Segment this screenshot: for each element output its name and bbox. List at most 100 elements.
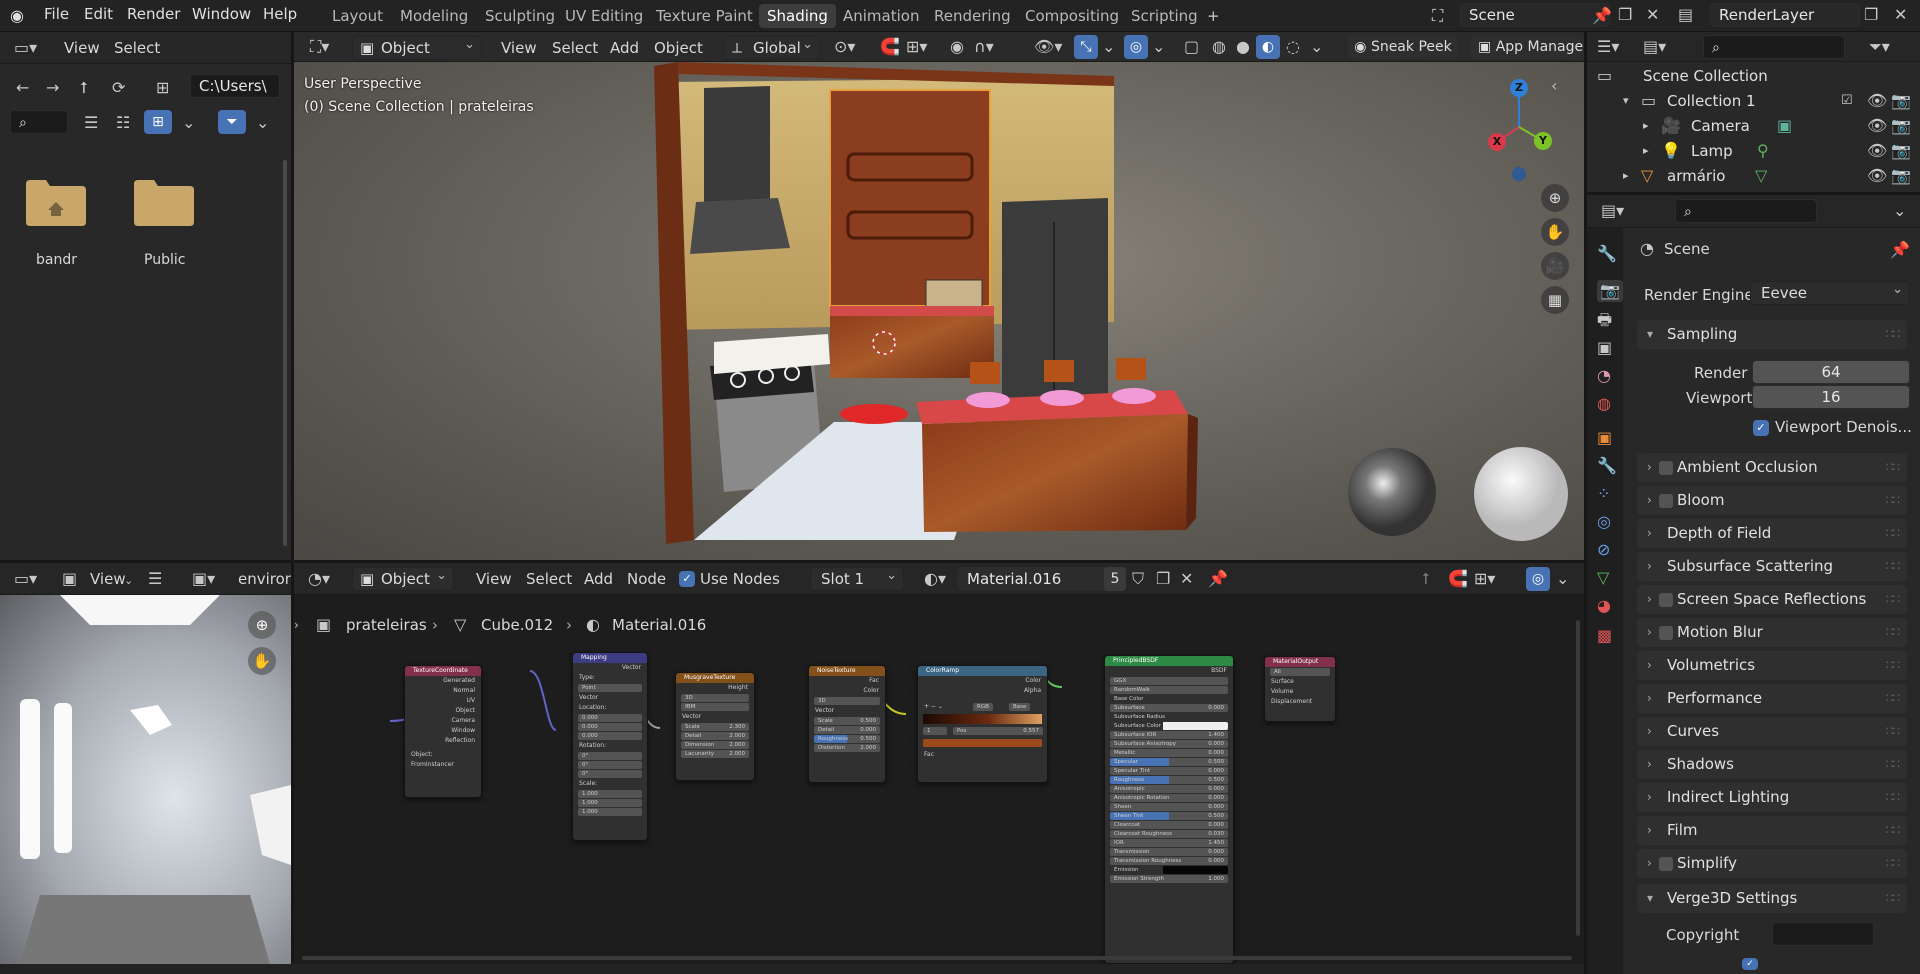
world-tab-icon[interactable]: ◍ xyxy=(1597,396,1611,412)
zoom-icon[interactable]: ⊕ xyxy=(1541,184,1569,212)
pin-icon[interactable]: 📌 xyxy=(1890,242,1910,258)
tab-uv-editing[interactable]: UV Editing xyxy=(557,4,651,28)
filter-icon[interactable]: ⏷ xyxy=(218,110,246,134)
modifier-tab-icon[interactable]: 🔧 xyxy=(1597,458,1617,474)
drag-handle-icon[interactable]: ∷∷ xyxy=(1886,486,1900,515)
parent-node-tree-icon[interactable]: ⭡ xyxy=(1422,571,1430,587)
refresh-icon[interactable]: ⟳ xyxy=(112,80,125,96)
bsdf-input-field[interactable]: Emission Strength 1.000 xyxy=(1110,875,1228,883)
dimensions-dropdown[interactable]: 3D xyxy=(681,694,749,702)
visibility-eye-icon[interactable]: 👁 xyxy=(1867,143,1887,159)
drag-handle-icon[interactable]: ∷∷ xyxy=(1886,717,1900,746)
render-camera-icon[interactable]: 📷 xyxy=(1891,168,1911,184)
material-preview-icon[interactable]: ◐ xyxy=(1256,35,1280,59)
pin-icon[interactable]: 📌 xyxy=(1208,571,1228,587)
editor-type-icon[interactable]: ▭▾ xyxy=(14,571,37,587)
app-manager-button[interactable]: ▣ App Manage xyxy=(1470,35,1584,59)
bsdf-input-field[interactable]: Anisotropic Rotation 0.000 xyxy=(1110,794,1228,802)
panel-item[interactable]: › Shadows ∷∷ xyxy=(1637,750,1907,779)
properties-search-input[interactable]: ⌕ xyxy=(1675,199,1817,223)
drag-handle-icon[interactable]: ∷∷ xyxy=(1886,816,1900,845)
forward-arrow-icon[interactable]: → xyxy=(46,80,59,96)
drag-handle-icon[interactable]: ∷∷ xyxy=(1886,453,1900,482)
viewport-menu-add[interactable]: Add xyxy=(610,39,639,57)
overlay-toggle-icon[interactable]: ◎ xyxy=(1124,35,1148,59)
sneak-peek-button[interactable]: ◉ Sneak Peek xyxy=(1348,35,1458,59)
area-divider[interactable] xyxy=(1584,32,1587,974)
material-tab-icon[interactable]: ◕ xyxy=(1597,598,1611,614)
scale-z-field[interactable]: 1.000 xyxy=(578,808,642,816)
unlink-material-icon[interactable]: ✕ xyxy=(1180,571,1193,587)
panel-item[interactable]: › Screen Space Reflections ∷∷ xyxy=(1637,585,1907,614)
distribution-dropdown[interactable]: GGX xyxy=(1110,677,1228,685)
principled-bsdf-node[interactable]: PrincipledBSDF BSDF GGX RandomWalk Base … xyxy=(1104,655,1234,964)
rotation-x-field[interactable]: 0° xyxy=(578,752,642,760)
visibility-eye-icon[interactable]: 👁 xyxy=(1867,168,1887,184)
bsdf-input-field[interactable]: Subsurface Radius xyxy=(1110,713,1228,721)
vertical-scrollbar[interactable] xyxy=(1576,620,1580,936)
visibility-icon[interactable]: 👁▾ xyxy=(1034,39,1062,55)
blender-logo-icon[interactable]: ◉ xyxy=(10,8,24,24)
material-output-node[interactable]: MaterialOutput All Surface Volume Displa… xyxy=(1264,656,1336,722)
3d-viewport[interactable]: User Perspective (0) Scene Collection | … xyxy=(294,62,1584,560)
bsdf-input-field[interactable]: Base Color xyxy=(1110,695,1228,703)
bsdf-input-field[interactable]: IOR 1.450 xyxy=(1110,839,1228,847)
xray-icon[interactable]: ▢ xyxy=(1184,39,1199,55)
drag-handle-icon[interactable]: ∷∷ xyxy=(1886,519,1900,548)
editor-type-icon[interactable]: ☰▾ xyxy=(1597,39,1619,55)
render-tab-icon[interactable]: 📷 xyxy=(1597,280,1623,302)
bsdf-input-field[interactable]: Anisotropic 0.000 xyxy=(1110,785,1228,793)
rotation-z-field[interactable]: 0° xyxy=(578,770,642,778)
path-field[interactable]: C:\Users\ xyxy=(190,74,280,98)
duplicate-material-icon[interactable]: ❐ xyxy=(1156,571,1170,587)
material-name-field[interactable]: Material.016 xyxy=(958,567,1118,591)
musgrave-texture-node[interactable]: MusgraveTexture Height 3D fBM Vector Sca… xyxy=(675,672,755,781)
bsdf-input-field[interactable]: Sheen 0.000 xyxy=(1110,803,1228,811)
tab-compositing[interactable]: Compositing xyxy=(1017,4,1127,28)
shading-dropdown-icon[interactable]: ⌄ xyxy=(1310,39,1323,55)
panel-item[interactable]: › Subsurface Scattering ∷∷ xyxy=(1637,552,1907,581)
menu-file[interactable]: File xyxy=(44,5,69,23)
menu-window[interactable]: Window xyxy=(192,5,251,23)
panel-enable-checkbox[interactable] xyxy=(1659,857,1673,871)
mapping-node[interactable]: Mapping Vector Type: Point Vector Locati… xyxy=(572,652,648,841)
stop-position-field[interactable]: Pos 0.557 xyxy=(953,727,1043,735)
viewport-collapse-icon[interactable]: ‹ xyxy=(1551,78,1557,94)
location-z-field[interactable]: 0.000 xyxy=(578,732,642,740)
pan-hand-icon[interactable]: ✋ xyxy=(248,647,276,675)
viewport-samples-field[interactable]: 16 xyxy=(1752,385,1910,409)
tab-rendering[interactable]: Rendering xyxy=(926,4,1019,28)
area-divider[interactable] xyxy=(0,560,1584,563)
drag-handle-icon[interactable]: ∷∷ xyxy=(1886,618,1900,647)
render-samples-field[interactable]: 64 xyxy=(1752,360,1910,384)
folder-item[interactable] xyxy=(134,180,194,226)
bsdf-input-field[interactable]: Subsurface Color xyxy=(1110,722,1228,730)
export-checkbox[interactable]: ✓ xyxy=(1742,958,1758,970)
slot-dropdown[interactable]: Slot 1 xyxy=(810,565,904,591)
drag-handle-icon[interactable]: ∷∷ xyxy=(1886,552,1900,581)
drag-handle-icon[interactable]: ∷∷ xyxy=(1886,320,1900,349)
noise-detail-field[interactable]: Detail 0.000 xyxy=(814,726,880,734)
noise-distortion-field[interactable]: Distortion 2.000 xyxy=(814,744,880,752)
panel-enable-checkbox[interactable] xyxy=(1659,626,1673,640)
subsurface-method-dropdown[interactable]: RandomWalk xyxy=(1110,686,1228,694)
node-editor-canvas[interactable]: › ▣ prateleiras › ▽ Cube.012 › ◐ Materia… xyxy=(294,610,1584,964)
bsdf-input-field[interactable]: Clearcoat 0.000 xyxy=(1110,821,1228,829)
musgrave-type-dropdown[interactable]: fBM xyxy=(681,703,749,711)
menu-help[interactable]: Help xyxy=(263,5,297,23)
drag-handle-icon[interactable]: ∷∷ xyxy=(1886,585,1900,614)
panel-item[interactable]: › Indirect Lighting ∷∷ xyxy=(1637,783,1907,812)
tool-tab-icon[interactable]: 🔧 xyxy=(1597,246,1617,262)
snap-target-icon[interactable]: ⊞▾ xyxy=(906,39,927,55)
editor-type-icon[interactable]: ▤▾ xyxy=(1601,203,1624,219)
editor-type-icon[interactable]: ⛶▾ xyxy=(310,39,329,55)
constraints-tab-icon[interactable]: ⊘ xyxy=(1597,542,1610,558)
musgrave-lacunarity-field[interactable]: Lacunarity 2.000 xyxy=(681,750,749,758)
bsdf-input-field[interactable]: Sheen Tint 0.500 xyxy=(1110,812,1228,820)
color-ramp-gradient[interactable] xyxy=(923,714,1042,724)
shader-type-dropdown[interactable]: ▣ Object xyxy=(352,565,454,591)
pin-icon[interactable]: 📌 xyxy=(1592,8,1612,24)
color-ramp-node[interactable]: ColorRamp Color Alpha + − ⌄ RGB Base 1 P… xyxy=(917,665,1048,783)
object-mode-dropdown[interactable]: ▣Object Mode xyxy=(352,34,482,79)
outliner-row[interactable]: ▾ ▭ Collection 1 ☑ 👁 📷 xyxy=(1587,89,1920,114)
